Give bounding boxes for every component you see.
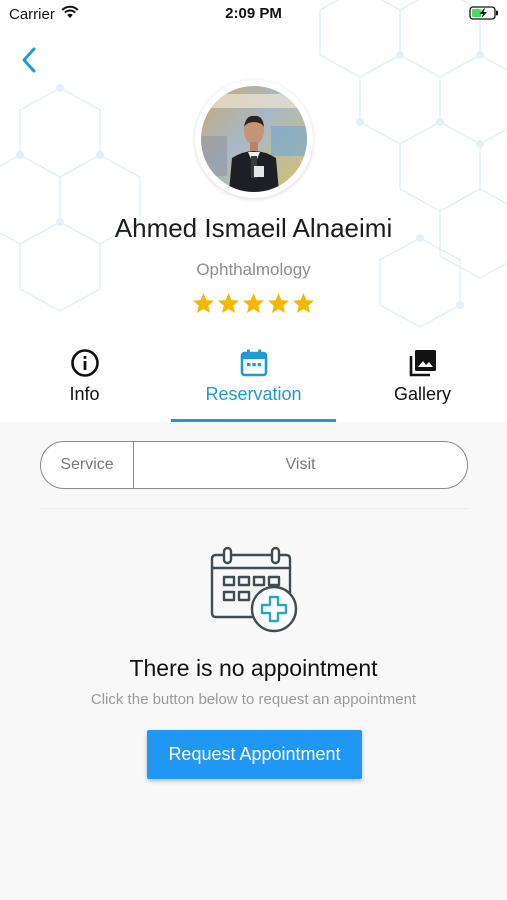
status-time: 2:09 PM	[225, 5, 282, 22]
tab-info-label: Info	[69, 384, 100, 404]
back-button[interactable]	[14, 44, 44, 76]
empty-state-subtitle: Click the button below to request an app…	[90, 691, 417, 708]
divider	[40, 508, 468, 509]
empty-state-title: There is no appointment	[129, 655, 378, 681]
star-icon	[267, 292, 290, 314]
rating-stars	[0, 292, 507, 314]
calendar-icon	[240, 349, 267, 377]
star-icon	[217, 292, 240, 314]
info-icon	[70, 349, 99, 377]
segment-service[interactable]: Service	[41, 442, 134, 488]
battery-charging-icon	[469, 6, 499, 24]
doctor-avatar	[201, 86, 307, 192]
doctor-name: Ahmed Ismaeil Alnaeimi	[114, 213, 393, 243]
tab-gallery-label: Gallery	[393, 384, 451, 404]
chevron-left-icon	[22, 47, 36, 73]
status-bar: Carrier 2:09 PM	[0, 0, 507, 28]
reservation-type-segment: Service Visit	[40, 441, 468, 489]
doctor-specialty: Ophthalmology	[196, 260, 311, 279]
gallery-icon	[409, 350, 436, 377]
tab-reservation-label: Reservation	[205, 384, 302, 404]
star-icon	[242, 292, 265, 314]
calendar-add-icon	[208, 546, 300, 641]
avatar-frame	[195, 80, 313, 198]
request-appointment-button[interactable]: Request Appointment	[147, 730, 362, 779]
doctor-header-panel: Carrier 2:09 PM Ahmed Ismaeil Alnaeimi O…	[0, 0, 507, 422]
tab-gallery[interactable]: Gallery	[338, 340, 507, 422]
tab-reservation[interactable]: Reservation	[169, 340, 338, 422]
star-icon	[292, 292, 315, 314]
segment-visit[interactable]: Visit	[134, 442, 467, 488]
star-icon	[192, 292, 215, 314]
tab-info[interactable]: Info	[0, 340, 169, 422]
profile-tabs: Info Reservation Gallery	[0, 340, 507, 422]
